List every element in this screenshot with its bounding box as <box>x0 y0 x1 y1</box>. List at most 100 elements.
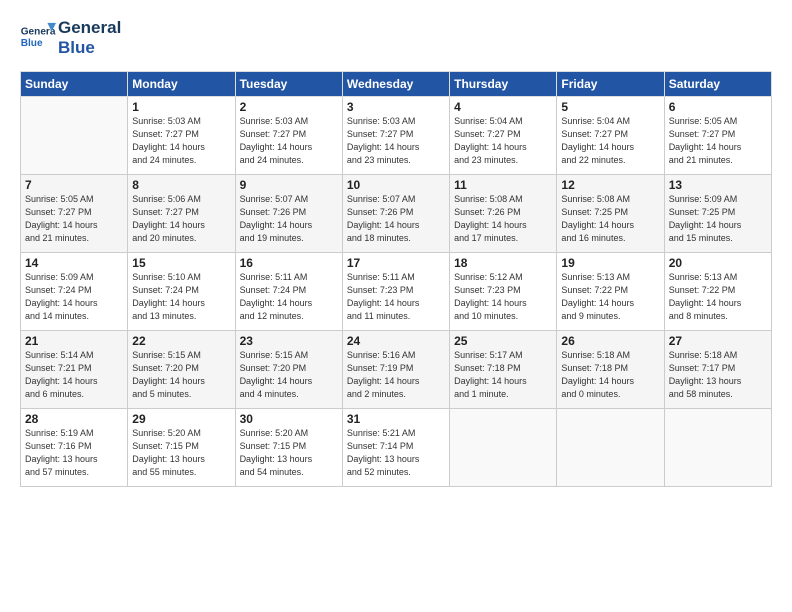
day-info: Sunrise: 5:06 AM Sunset: 7:27 PM Dayligh… <box>132 193 230 245</box>
day-cell: 20Sunrise: 5:13 AM Sunset: 7:22 PM Dayli… <box>664 252 771 330</box>
day-number: 20 <box>669 256 767 270</box>
day-info: Sunrise: 5:16 AM Sunset: 7:19 PM Dayligh… <box>347 349 445 401</box>
day-number: 1 <box>132 100 230 114</box>
day-info: Sunrise: 5:18 AM Sunset: 7:18 PM Dayligh… <box>561 349 659 401</box>
day-cell: 18Sunrise: 5:12 AM Sunset: 7:23 PM Dayli… <box>450 252 557 330</box>
day-info: Sunrise: 5:04 AM Sunset: 7:27 PM Dayligh… <box>454 115 552 167</box>
day-cell: 12Sunrise: 5:08 AM Sunset: 7:25 PM Dayli… <box>557 174 664 252</box>
day-number: 11 <box>454 178 552 192</box>
day-info: Sunrise: 5:07 AM Sunset: 7:26 PM Dayligh… <box>347 193 445 245</box>
day-number: 9 <box>240 178 338 192</box>
day-number: 29 <box>132 412 230 426</box>
day-cell: 27Sunrise: 5:18 AM Sunset: 7:17 PM Dayli… <box>664 330 771 408</box>
day-info: Sunrise: 5:08 AM Sunset: 7:25 PM Dayligh… <box>561 193 659 245</box>
day-number: 28 <box>25 412 123 426</box>
day-cell: 3Sunrise: 5:03 AM Sunset: 7:27 PM Daylig… <box>342 96 449 174</box>
day-info: Sunrise: 5:07 AM Sunset: 7:26 PM Dayligh… <box>240 193 338 245</box>
day-info: Sunrise: 5:09 AM Sunset: 7:25 PM Dayligh… <box>669 193 767 245</box>
day-cell: 31Sunrise: 5:21 AM Sunset: 7:14 PM Dayli… <box>342 408 449 486</box>
day-cell: 16Sunrise: 5:11 AM Sunset: 7:24 PM Dayli… <box>235 252 342 330</box>
day-number: 30 <box>240 412 338 426</box>
header-cell-saturday: Saturday <box>664 71 771 96</box>
day-number: 19 <box>561 256 659 270</box>
day-number: 14 <box>25 256 123 270</box>
day-number: 22 <box>132 334 230 348</box>
day-cell: 5Sunrise: 5:04 AM Sunset: 7:27 PM Daylig… <box>557 96 664 174</box>
header-cell-tuesday: Tuesday <box>235 71 342 96</box>
week-row-2: 7Sunrise: 5:05 AM Sunset: 7:27 PM Daylig… <box>21 174 772 252</box>
day-number: 23 <box>240 334 338 348</box>
day-number: 13 <box>669 178 767 192</box>
header-row: SundayMondayTuesdayWednesdayThursdayFrid… <box>21 71 772 96</box>
day-cell <box>557 408 664 486</box>
day-cell: 29Sunrise: 5:20 AM Sunset: 7:15 PM Dayli… <box>128 408 235 486</box>
day-number: 8 <box>132 178 230 192</box>
day-cell <box>450 408 557 486</box>
day-info: Sunrise: 5:13 AM Sunset: 7:22 PM Dayligh… <box>669 271 767 323</box>
day-cell: 24Sunrise: 5:16 AM Sunset: 7:19 PM Dayli… <box>342 330 449 408</box>
day-cell: 22Sunrise: 5:15 AM Sunset: 7:20 PM Dayli… <box>128 330 235 408</box>
day-cell: 25Sunrise: 5:17 AM Sunset: 7:18 PM Dayli… <box>450 330 557 408</box>
day-cell: 4Sunrise: 5:04 AM Sunset: 7:27 PM Daylig… <box>450 96 557 174</box>
day-cell: 28Sunrise: 5:19 AM Sunset: 7:16 PM Dayli… <box>21 408 128 486</box>
day-cell: 1Sunrise: 5:03 AM Sunset: 7:27 PM Daylig… <box>128 96 235 174</box>
day-number: 6 <box>669 100 767 114</box>
week-row-1: 1Sunrise: 5:03 AM Sunset: 7:27 PM Daylig… <box>21 96 772 174</box>
day-info: Sunrise: 5:15 AM Sunset: 7:20 PM Dayligh… <box>240 349 338 401</box>
day-info: Sunrise: 5:04 AM Sunset: 7:27 PM Dayligh… <box>561 115 659 167</box>
day-cell: 9Sunrise: 5:07 AM Sunset: 7:26 PM Daylig… <box>235 174 342 252</box>
day-number: 26 <box>561 334 659 348</box>
day-info: Sunrise: 5:20 AM Sunset: 7:15 PM Dayligh… <box>240 427 338 479</box>
day-cell: 10Sunrise: 5:07 AM Sunset: 7:26 PM Dayli… <box>342 174 449 252</box>
day-info: Sunrise: 5:08 AM Sunset: 7:26 PM Dayligh… <box>454 193 552 245</box>
day-number: 27 <box>669 334 767 348</box>
day-number: 4 <box>454 100 552 114</box>
day-cell: 17Sunrise: 5:11 AM Sunset: 7:23 PM Dayli… <box>342 252 449 330</box>
header: General Blue General Blue <box>20 18 772 59</box>
day-info: Sunrise: 5:15 AM Sunset: 7:20 PM Dayligh… <box>132 349 230 401</box>
day-info: Sunrise: 5:18 AM Sunset: 7:17 PM Dayligh… <box>669 349 767 401</box>
day-info: Sunrise: 5:10 AM Sunset: 7:24 PM Dayligh… <box>132 271 230 323</box>
day-number: 17 <box>347 256 445 270</box>
day-info: Sunrise: 5:05 AM Sunset: 7:27 PM Dayligh… <box>25 193 123 245</box>
day-number: 3 <box>347 100 445 114</box>
day-cell: 19Sunrise: 5:13 AM Sunset: 7:22 PM Dayli… <box>557 252 664 330</box>
logo: General Blue General Blue <box>20 18 121 59</box>
day-info: Sunrise: 5:19 AM Sunset: 7:16 PM Dayligh… <box>25 427 123 479</box>
day-info: Sunrise: 5:12 AM Sunset: 7:23 PM Dayligh… <box>454 271 552 323</box>
day-number: 5 <box>561 100 659 114</box>
day-number: 16 <box>240 256 338 270</box>
day-info: Sunrise: 5:03 AM Sunset: 7:27 PM Dayligh… <box>347 115 445 167</box>
header-cell-friday: Friday <box>557 71 664 96</box>
day-info: Sunrise: 5:11 AM Sunset: 7:24 PM Dayligh… <box>240 271 338 323</box>
day-cell: 23Sunrise: 5:15 AM Sunset: 7:20 PM Dayli… <box>235 330 342 408</box>
day-cell: 7Sunrise: 5:05 AM Sunset: 7:27 PM Daylig… <box>21 174 128 252</box>
page: General Blue General Blue SundayMondayTu… <box>0 0 792 497</box>
day-number: 18 <box>454 256 552 270</box>
day-number: 12 <box>561 178 659 192</box>
day-info: Sunrise: 5:14 AM Sunset: 7:21 PM Dayligh… <box>25 349 123 401</box>
day-info: Sunrise: 5:03 AM Sunset: 7:27 PM Dayligh… <box>240 115 338 167</box>
day-cell: 15Sunrise: 5:10 AM Sunset: 7:24 PM Dayli… <box>128 252 235 330</box>
day-cell <box>664 408 771 486</box>
day-info: Sunrise: 5:20 AM Sunset: 7:15 PM Dayligh… <box>132 427 230 479</box>
day-info: Sunrise: 5:05 AM Sunset: 7:27 PM Dayligh… <box>669 115 767 167</box>
day-cell: 21Sunrise: 5:14 AM Sunset: 7:21 PM Dayli… <box>21 330 128 408</box>
day-info: Sunrise: 5:11 AM Sunset: 7:23 PM Dayligh… <box>347 271 445 323</box>
header-cell-monday: Monday <box>128 71 235 96</box>
day-cell <box>21 96 128 174</box>
week-row-3: 14Sunrise: 5:09 AM Sunset: 7:24 PM Dayli… <box>21 252 772 330</box>
day-cell: 11Sunrise: 5:08 AM Sunset: 7:26 PM Dayli… <box>450 174 557 252</box>
day-cell: 2Sunrise: 5:03 AM Sunset: 7:27 PM Daylig… <box>235 96 342 174</box>
logo-text: General Blue <box>58 18 121 59</box>
day-cell: 26Sunrise: 5:18 AM Sunset: 7:18 PM Dayli… <box>557 330 664 408</box>
day-number: 10 <box>347 178 445 192</box>
day-number: 7 <box>25 178 123 192</box>
day-info: Sunrise: 5:21 AM Sunset: 7:14 PM Dayligh… <box>347 427 445 479</box>
day-info: Sunrise: 5:03 AM Sunset: 7:27 PM Dayligh… <box>132 115 230 167</box>
day-number: 21 <box>25 334 123 348</box>
week-row-5: 28Sunrise: 5:19 AM Sunset: 7:16 PM Dayli… <box>21 408 772 486</box>
day-number: 2 <box>240 100 338 114</box>
week-row-4: 21Sunrise: 5:14 AM Sunset: 7:21 PM Dayli… <box>21 330 772 408</box>
day-info: Sunrise: 5:13 AM Sunset: 7:22 PM Dayligh… <box>561 271 659 323</box>
